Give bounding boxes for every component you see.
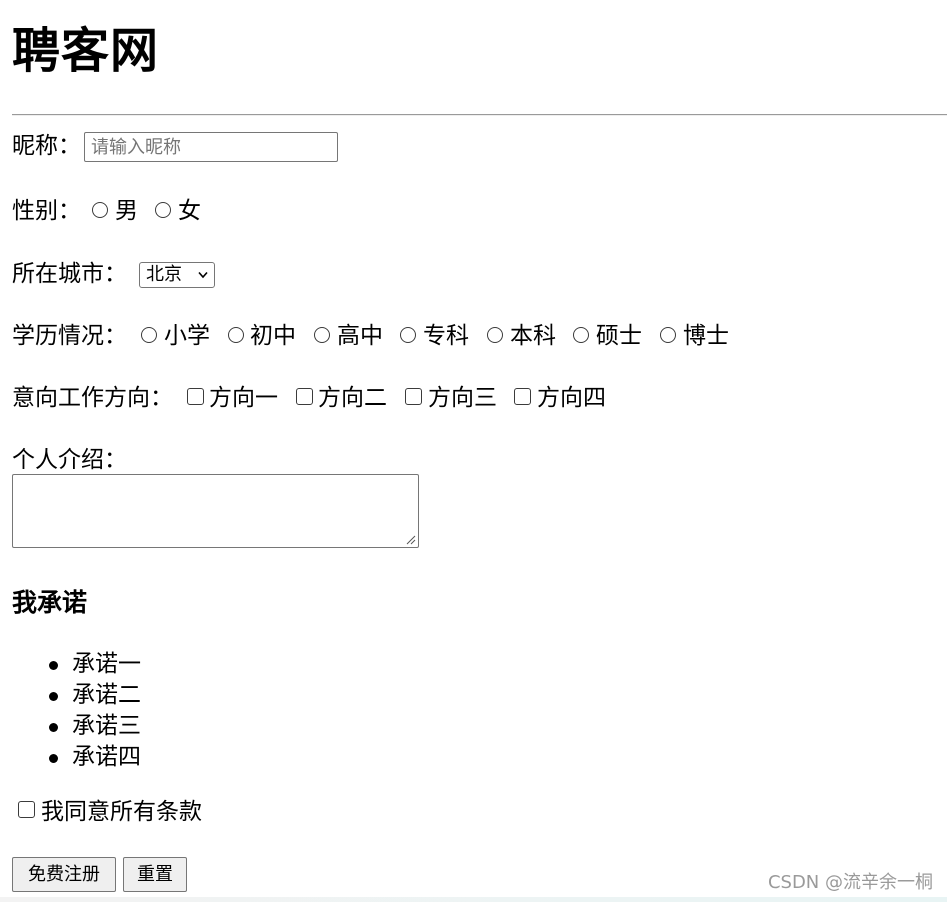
city-select-value: 北京 (146, 264, 182, 285)
direction-option: 方向一 (209, 385, 278, 411)
agree-checkbox[interactable] (18, 801, 35, 818)
list-item: 承诺二 (0, 680, 141, 711)
direction-option: 方向四 (537, 385, 606, 411)
direction-option: 方向二 (318, 385, 387, 411)
promise-item-text: 承诺二 (72, 682, 141, 708)
promise-list: 承诺一 承诺二 承诺三 承诺四 (0, 649, 141, 773)
education-option: 小学 (164, 323, 210, 349)
intro-textarea[interactable] (12, 474, 419, 548)
agree-label: 我同意所有条款 (41, 799, 202, 825)
direction-checkbox-1[interactable] (187, 388, 204, 405)
city-label: 所在城市： (12, 261, 127, 287)
watermark: CSDN @流辛余一桐 (767, 872, 933, 893)
bullet-icon (49, 661, 58, 670)
bottom-strip (0, 897, 947, 902)
promise-item-text: 承诺四 (72, 744, 141, 770)
education-radio-primary[interactable] (141, 327, 157, 343)
education-option: 高中 (337, 323, 383, 349)
promise-item-text: 承诺三 (72, 713, 141, 739)
bullet-icon (49, 754, 58, 763)
direction-checkbox-4[interactable] (514, 388, 531, 405)
gender-radio-male[interactable] (92, 202, 108, 218)
list-item: 承诺三 (0, 711, 141, 742)
gender-radio-female[interactable] (155, 202, 171, 218)
reset-button[interactable]: 重置 (123, 857, 187, 892)
education-radio-junior[interactable] (228, 327, 244, 343)
chevron-down-icon (198, 271, 208, 279)
resize-grip-icon[interactable] (405, 534, 416, 545)
nickname-input[interactable] (84, 132, 338, 162)
bullet-icon (49, 723, 58, 732)
promise-item-text: 承诺一 (72, 651, 141, 677)
gender-option-male: 男 (115, 198, 138, 224)
city-select[interactable]: 北京 (139, 262, 215, 288)
education-option: 硕士 (596, 323, 642, 349)
list-item: 承诺四 (0, 742, 141, 773)
direction-checkbox-2[interactable] (296, 388, 313, 405)
intro-label: 个人介绍： (12, 447, 127, 473)
register-button[interactable]: 免费注册 (12, 857, 116, 892)
education-radio-bachelor[interactable] (487, 327, 503, 343)
education-radio-senior[interactable] (314, 327, 330, 343)
direction-option: 方向三 (428, 385, 497, 411)
bullet-icon (49, 692, 58, 701)
promise-heading: 我承诺 (12, 588, 88, 617)
education-label: 学历情况： (12, 323, 127, 349)
education-option: 初中 (250, 323, 296, 349)
direction-label: 意向工作方向： (12, 385, 173, 411)
divider (12, 114, 947, 116)
education-option: 博士 (683, 323, 729, 349)
gender-option-female: 女 (178, 198, 201, 224)
nickname-label: 昵称： (12, 133, 81, 159)
page-title: 聘客网 (12, 23, 160, 79)
page: 聘客网 昵称： 性别： 男 女 所在城市： 北京 学历情况： 小学 初中 高中 … (0, 0, 947, 902)
education-option: 本科 (510, 323, 556, 349)
education-option: 专科 (423, 323, 469, 349)
direction-checkbox-3[interactable] (405, 388, 422, 405)
education-radio-college[interactable] (400, 327, 416, 343)
list-item: 承诺一 (0, 649, 141, 680)
education-radio-master[interactable] (573, 327, 589, 343)
education-radio-doctor[interactable] (660, 327, 676, 343)
gender-label: 性别： (12, 198, 81, 224)
